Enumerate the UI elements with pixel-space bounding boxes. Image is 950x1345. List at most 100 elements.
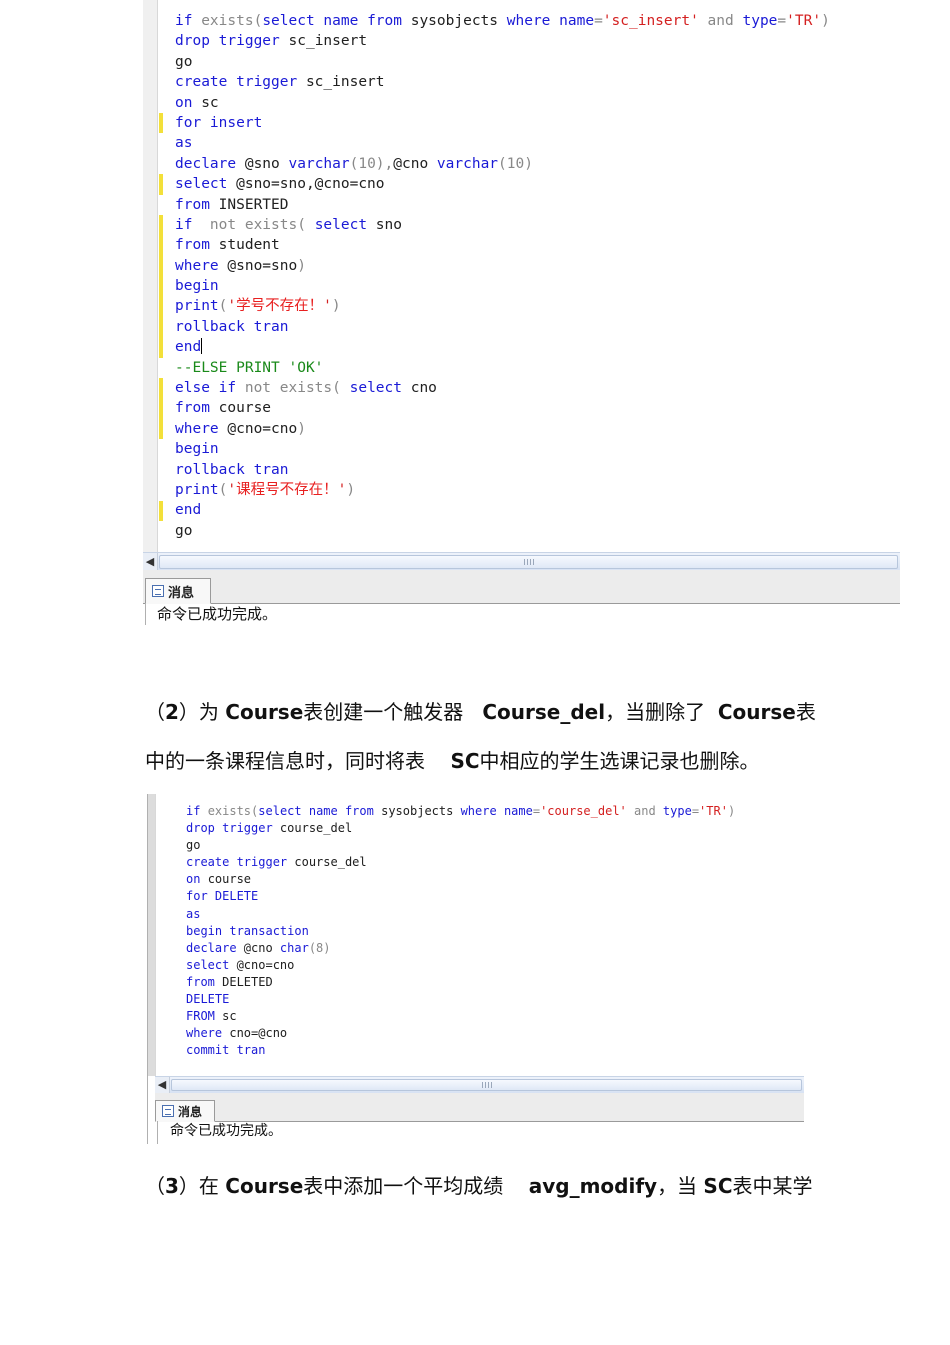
code-lines[interactable]: if exists(select name from sysobjects wh… [175, 11, 830, 541]
change-marker [159, 113, 163, 134]
code-line[interactable]: begin [175, 439, 830, 459]
code-editor-1[interactable]: if exists(select name from sysobjects wh… [143, 0, 900, 552]
code-line[interactable]: end [175, 337, 830, 357]
code-line[interactable]: from INSERTED [175, 195, 830, 215]
code-token: DELETED [222, 974, 273, 989]
code-token: as [186, 906, 201, 921]
code-line[interactable]: as [175, 133, 830, 153]
code-token: else if [175, 380, 245, 397]
bold-term: avg_modify [528, 1174, 658, 1198]
code-token: declare [186, 940, 244, 955]
code-token: name [503, 804, 533, 818]
code-token: sno [375, 216, 402, 233]
code-line[interactable]: drop trigger course_del [186, 820, 735, 837]
code-line[interactable]: select @sno=sno,@cno=cno [175, 174, 830, 194]
code-line[interactable]: from student [175, 235, 830, 255]
code-line[interactable]: where cno=@cno [186, 1025, 735, 1042]
code-line[interactable]: print('学号不存在！') [175, 296, 830, 316]
bold-term: Course [225, 700, 304, 724]
code-token: select [175, 176, 237, 193]
code-line[interactable]: go [175, 521, 830, 541]
message-text: 命令已成功完成。 [170, 1123, 282, 1139]
horizontal-scrollbar-1[interactable]: ◀ [143, 552, 900, 572]
code-token: exists( [201, 13, 263, 29]
code-token: ) [346, 481, 356, 498]
code-line[interactable]: else if not exists( select cno [175, 378, 830, 398]
code-line[interactable]: --ELSE PRINT 'OK' [175, 358, 830, 378]
code-line[interactable]: from course [175, 398, 830, 418]
scroll-left-arrow-icon[interactable]: ◀ [143, 553, 158, 571]
text-run: 表 [795, 700, 816, 724]
tab-messages[interactable]: 消息 [155, 1100, 215, 1122]
code-line[interactable]: for DELETE [186, 888, 735, 905]
code-token: INSERTED [218, 196, 289, 213]
code-token: ) [331, 298, 341, 315]
code-line[interactable]: if exists(select name from sysobjects wh… [175, 11, 830, 31]
code-token: print [175, 298, 219, 315]
panel-border [157, 1121, 158, 1144]
editor-gutter [147, 794, 156, 1076]
horizontal-scrollbar-2[interactable]: ◀ [155, 1076, 804, 1094]
code-token: for DELETE [186, 889, 259, 904]
code-token: where [186, 1026, 230, 1041]
scroll-thumb[interactable] [171, 1079, 802, 1091]
editor-gutter [143, 0, 158, 552]
code-token: ) [821, 13, 830, 29]
code-line[interactable]: where @sno=sno) [175, 256, 830, 276]
code-token: @cno=cno [227, 420, 298, 437]
code-line[interactable]: FROM sc [186, 1008, 735, 1025]
bold-term: 3 [165, 1174, 179, 1198]
code-line[interactable]: go [175, 52, 830, 72]
change-marker [159, 500, 163, 521]
code-line[interactable]: rollback tran [175, 460, 830, 480]
code-line[interactable]: DELETE [186, 991, 735, 1008]
code-token: ' [227, 298, 237, 315]
code-lines[interactable]: if exists(select name from sysobjects wh… [186, 803, 735, 1059]
paragraph-3-line-1: （3）在 Course表中添加一个平均成绩 avg_modify，当 SC表中某… [145, 1170, 813, 1199]
code-line[interactable]: declare @cno char(8) [186, 940, 735, 957]
code-token: varchar [288, 155, 350, 172]
code-token: select [186, 957, 237, 972]
code-line[interactable]: on sc [175, 93, 830, 113]
code-line[interactable]: from DELETED [186, 974, 735, 991]
code-token: ' [227, 481, 237, 498]
code-line[interactable]: declare @sno varchar(10),@cno varchar(10… [175, 154, 830, 174]
code-token: = [777, 13, 787, 29]
code-editor-2[interactable]: if exists(select name from sysobjects wh… [147, 794, 804, 1076]
code-line[interactable]: select @cno=cno [186, 957, 735, 974]
code-token: drop trigger [175, 33, 289, 50]
code-line[interactable]: go [186, 837, 735, 854]
code-token: drop trigger [186, 821, 280, 836]
code-line[interactable]: for insert [175, 113, 830, 133]
code-token: sc_insert [288, 33, 368, 50]
code-line[interactable]: if exists(select name from sysobjects wh… [186, 803, 735, 820]
code-token: = [594, 13, 603, 29]
code-line[interactable]: print('课程号不存在！') [175, 480, 830, 500]
code-line[interactable]: create trigger course_del [186, 854, 735, 871]
code-line[interactable]: rollback tran [175, 317, 830, 337]
code-token: @sno [244, 155, 289, 172]
code-token: begin [175, 278, 219, 295]
code-token: from [175, 237, 219, 254]
scroll-thumb[interactable] [159, 555, 898, 569]
code-line[interactable]: commit tran [186, 1042, 735, 1059]
paragraph-2-line-1: （2）为 Course表创建一个触发器 Course_del，当删除了 Cour… [145, 696, 816, 725]
code-token: select name from [258, 804, 382, 818]
code-line[interactable]: as [186, 906, 735, 923]
code-line[interactable]: begin [175, 276, 830, 296]
code-token: where [506, 13, 560, 29]
tab-messages[interactable]: 消息 [145, 578, 211, 604]
code-line[interactable]: begin transaction [186, 923, 735, 940]
code-token: course_del [279, 821, 353, 836]
code-line[interactable]: create trigger sc_insert [175, 72, 830, 92]
code-token: cno [410, 380, 437, 397]
code-token: char [279, 940, 309, 955]
code-line[interactable]: where @cno=cno) [175, 419, 830, 439]
code-line[interactable]: on course [186, 871, 735, 888]
scroll-left-arrow-icon[interactable]: ◀ [155, 1077, 170, 1093]
code-token: exists( [207, 804, 259, 818]
code-line[interactable]: drop trigger sc_insert [175, 31, 830, 51]
code-line[interactable]: end [175, 500, 830, 520]
code-line[interactable]: if not exists( select sno [175, 215, 830, 235]
bold-term: Course [717, 700, 796, 724]
